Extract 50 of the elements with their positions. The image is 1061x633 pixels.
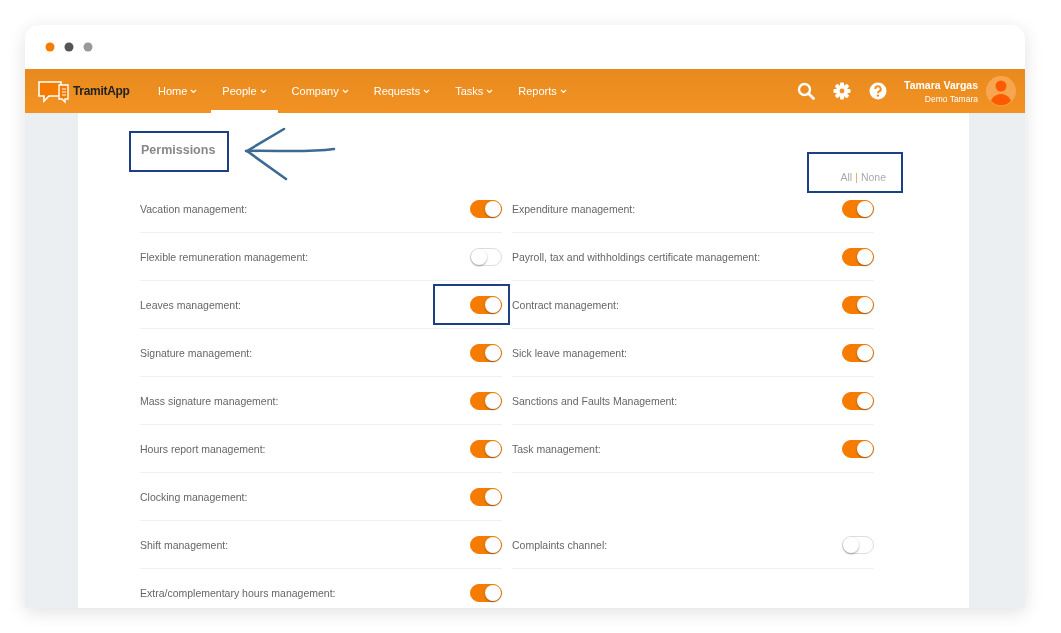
chevron-down-icon [423, 88, 431, 94]
toggle-switch[interactable] [842, 343, 874, 362]
chat-bubble-logo-icon [37, 78, 71, 104]
permission-label: Leaves management: [140, 298, 241, 311]
permission-label: Flexible remuneration management: [140, 250, 309, 263]
toggle-switch[interactable] [842, 199, 874, 218]
chevron-down-icon [486, 88, 494, 94]
toggle-switch[interactable] [470, 535, 502, 554]
toggle-switch[interactable] [470, 439, 502, 458]
nav-tab[interactable]: Requests [362, 69, 442, 113]
chevron-down-icon [259, 88, 267, 94]
toggle-switch[interactable] [470, 343, 502, 362]
chevron-down-icon [559, 88, 567, 94]
nav-tab[interactable]: Tasks [444, 69, 505, 113]
section-title: Permissions [141, 142, 216, 157]
chevron-down-icon [190, 88, 198, 94]
toggle-switch[interactable] [842, 295, 874, 314]
permission-label: Expenditure management: [512, 202, 636, 215]
separator-text: | [855, 170, 858, 183]
nav-tab[interactable]: Home [147, 69, 209, 113]
toggle-switch[interactable] [470, 199, 502, 218]
nav-tab[interactable]: Company [280, 69, 360, 113]
toggle-switch[interactable] [842, 247, 874, 266]
permission-label: Clocking management: [140, 490, 248, 503]
permission-label: Sanctions and Faults Management: [512, 394, 678, 407]
permission-label: Mass signature management: [140, 394, 279, 407]
permission-label: Contract management: [512, 298, 619, 311]
window-controls-drawing [45, 42, 95, 52]
toggle-switch[interactable] [470, 583, 502, 602]
toggle-switch[interactable] [470, 487, 502, 506]
permission-label: Signature management: [140, 346, 253, 359]
permission-label: Hours report management: [140, 442, 266, 455]
select-all-link[interactable]: All [840, 170, 853, 183]
permission-label: Shift management: [140, 538, 229, 551]
toggle-switch[interactable] [842, 391, 874, 410]
toggle-switch[interactable] [470, 391, 502, 410]
permission-label: Extra/complementary hours management: [140, 586, 336, 599]
permission-label: Payroll, tax and withholdings certificate management: [512, 250, 761, 263]
chevron-down-icon [341, 88, 349, 94]
select-none-link[interactable]: None [860, 170, 886, 183]
user-name: Tamara Vargas [904, 78, 978, 91]
permission-label: Task management: [512, 442, 601, 455]
user-company: Demo Tamara [924, 93, 978, 104]
permission-label: Sick leave management: [512, 346, 627, 359]
nav-tab[interactable]: Reports [507, 69, 578, 113]
permission-label: Vacation management: [140, 202, 248, 215]
toggle-switch[interactable] [842, 439, 874, 458]
toggle-switch[interactable] [470, 295, 502, 314]
permission-label: Complaints channel: [512, 538, 608, 551]
app-logo-text: TramitApp [73, 84, 130, 98]
